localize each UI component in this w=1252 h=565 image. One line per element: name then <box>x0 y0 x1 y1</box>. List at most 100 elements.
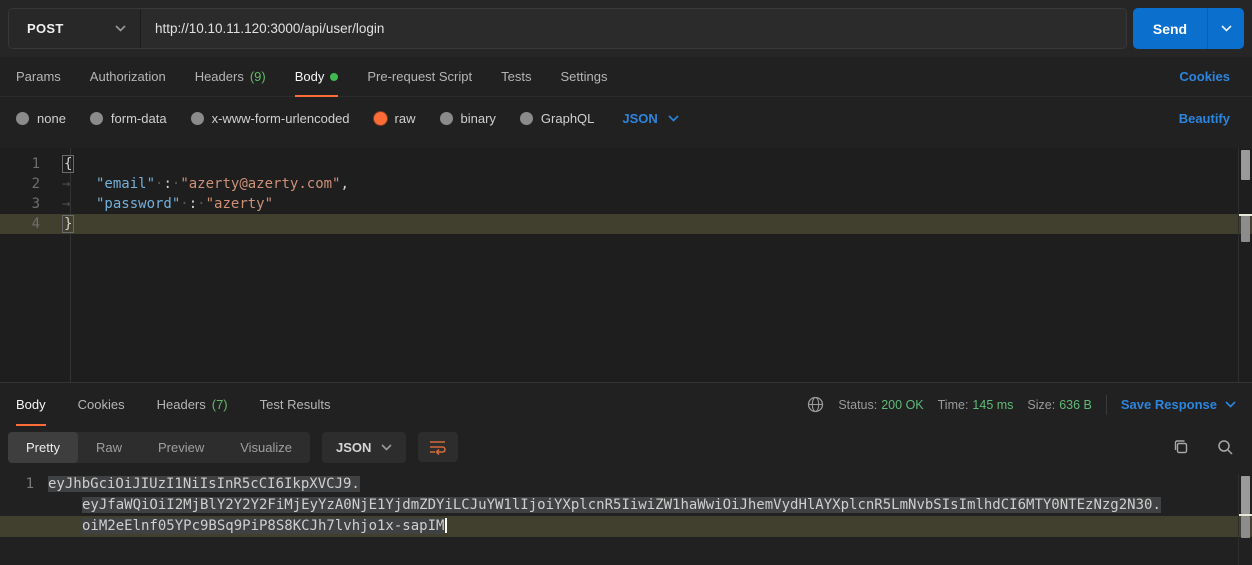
editor-line-highlighted: 4 } <box>0 214 1252 234</box>
jwt-payload-segment: eyJfaWQiOiI2MjBlY2Y2Y2FiMjEyYzA0NjE1Yjdm… <box>82 497 1161 513</box>
response-tab-body[interactable]: Body <box>16 383 46 426</box>
copy-icon[interactable] <box>1172 438 1190 456</box>
tab-tests[interactable]: Tests <box>501 57 531 97</box>
view-visualize[interactable]: Visualize <box>222 432 310 463</box>
save-response-button[interactable]: Save Response <box>1121 397 1236 412</box>
jwt-header-segment: eyJhbGciOiJIUzI1NiIsInR5cCI6IkpXVCJ9. <box>48 476 360 492</box>
send-split-button: Send <box>1133 8 1244 49</box>
radio-icon <box>90 112 103 125</box>
method-selector[interactable]: POST <box>9 9 141 48</box>
scrollbar-thumb[interactable] <box>1241 150 1250 180</box>
beautify-link[interactable]: Beautify <box>1179 111 1230 126</box>
view-preview[interactable]: Preview <box>140 432 222 463</box>
response-line: 1 eyJhbGciOiJIUzI1NiIsInR5cCI6IkpXVCJ9. <box>0 474 1252 495</box>
line-number: 1 <box>0 154 52 174</box>
cookies-link[interactable]: Cookies <box>1179 69 1230 84</box>
editor-scrollbar <box>1238 148 1252 382</box>
jwt-signature-segment: oiM2eElnf05YPc9BSq9PiP8S8KCJh7lvhjo1x-sa… <box>82 518 444 534</box>
view-switcher: Pretty Raw Preview Visualize <box>8 432 310 463</box>
wrap-text-icon[interactable] <box>418 432 458 462</box>
chevron-down-icon <box>1225 401 1236 408</box>
radio-icon <box>16 112 29 125</box>
line-number: 2 <box>0 174 52 194</box>
response-tab-headers[interactable]: Headers (7) <box>157 383 228 426</box>
tab-label: Headers <box>195 69 244 84</box>
body-content-dot-icon <box>330 73 338 81</box>
chevron-down-icon <box>381 444 392 451</box>
network-globe-icon[interactable] <box>807 396 824 413</box>
view-pretty[interactable]: Pretty <box>8 432 78 463</box>
method-label: POST <box>27 21 64 36</box>
url-input[interactable] <box>141 9 1126 48</box>
tab-label: Params <box>16 69 61 84</box>
body-mode-graphql[interactable]: GraphQL <box>520 111 594 126</box>
tab-label: Pre-request Script <box>367 69 472 84</box>
scrollbar-marker <box>1241 216 1250 242</box>
line-number: 3 <box>0 194 52 214</box>
size-label: Size: <box>1027 398 1055 412</box>
body-mode-raw[interactable]: raw <box>374 111 416 126</box>
scrollbar-marker <box>1241 516 1250 538</box>
tab-body[interactable]: Body <box>295 57 339 97</box>
editor-line: 3 →"password"·:·"azerty" <box>0 194 1252 214</box>
whitespace-dot: · <box>197 196 205 212</box>
editor-line: 2 →"email"·:·"azerty@azerty.com", <box>0 174 1252 194</box>
body-mode-x-www-form-urlencoded[interactable]: x-www-form-urlencoded <box>191 111 350 126</box>
editor-line: 1 { <box>0 154 1252 174</box>
tab-params[interactable]: Params <box>16 57 61 97</box>
close-brace: } <box>62 215 74 233</box>
tab-headers[interactable]: Headers (9) <box>195 57 266 97</box>
chevron-down-icon <box>668 115 679 122</box>
send-options-button[interactable] <box>1207 8 1244 49</box>
line-number: 1 <box>0 474 48 495</box>
raw-language-selector[interactable]: JSON <box>622 111 678 126</box>
chevron-down-icon <box>1221 25 1232 32</box>
send-button[interactable]: Send <box>1133 8 1207 49</box>
status-label: Status: <box>838 398 877 412</box>
whitespace-dot: · <box>180 196 188 212</box>
response-language-selector[interactable]: JSON <box>322 432 406 463</box>
radio-icon <box>520 112 533 125</box>
radio-icon <box>440 112 453 125</box>
tab-label: Tests <box>501 69 531 84</box>
text-cursor <box>445 518 447 533</box>
time-label: Time: <box>938 398 969 412</box>
body-mode-row: none form-data x-www-form-urlencoded raw… <box>0 97 1252 139</box>
body-mode-form-data[interactable]: form-data <box>90 111 167 126</box>
status-field: Status: 200 OK <box>838 398 923 412</box>
url-box: POST <box>8 8 1127 49</box>
request-tabs-bar: Params Authorization Headers (9) Body Pr… <box>0 57 1252 97</box>
response-body-viewer[interactable]: 1 eyJhbGciOiJIUzI1NiIsInR5cCI6IkpXVCJ9. … <box>0 474 1252 565</box>
tab-label: Settings <box>560 69 607 84</box>
request-url-bar: POST Send <box>0 0 1252 57</box>
response-tabs-bar: Body Cookies Headers (7) Test Results St… <box>0 383 1252 426</box>
chevron-down-icon <box>115 25 126 32</box>
tab-settings[interactable]: Settings <box>560 57 607 97</box>
response-actions <box>1172 438 1234 456</box>
request-body-editor[interactable]: 1 { 2 →"email"·:·"azerty@azerty.com", 3 … <box>0 148 1252 382</box>
scrollbar-thumb[interactable] <box>1241 476 1250 514</box>
body-mode-binary[interactable]: binary <box>440 111 496 126</box>
whitespace-tab-icon: → <box>62 194 96 214</box>
comma: , <box>340 176 348 192</box>
search-icon[interactable] <box>1216 438 1234 456</box>
view-raw[interactable]: Raw <box>78 432 140 463</box>
body-mode-none[interactable]: none <box>16 111 66 126</box>
response-line-cursor: oiM2eElnf05YPc9BSq9PiP8S8KCJh7lvhjo1x-sa… <box>0 516 1252 537</box>
response-scrollbar <box>1238 474 1252 565</box>
tab-pre-request-script[interactable]: Pre-request Script <box>367 57 472 97</box>
size-value: 636 B <box>1059 398 1092 412</box>
response-meta: Status:200 OK Time:145 ms Size:636 B Sav… <box>807 395 1236 415</box>
response-tab-cookies[interactable]: Cookies <box>78 383 125 426</box>
divider <box>1106 395 1107 415</box>
response-line: eyJfaWQiOiI2MjBlY2Y2Y2FiMjEyYzA0NjE1Yjdm… <box>0 495 1252 516</box>
tab-authorization[interactable]: Authorization <box>90 57 166 97</box>
open-brace: { <box>62 155 74 173</box>
tab-label: Body <box>295 69 325 84</box>
colon: : <box>189 196 197 212</box>
json-value: "azerty" <box>206 196 273 212</box>
whitespace-tab-icon: → <box>62 174 96 194</box>
json-value: "azerty@azerty.com" <box>180 176 340 192</box>
status-value: 200 OK <box>881 398 923 412</box>
response-tab-test-results[interactable]: Test Results <box>260 383 331 426</box>
